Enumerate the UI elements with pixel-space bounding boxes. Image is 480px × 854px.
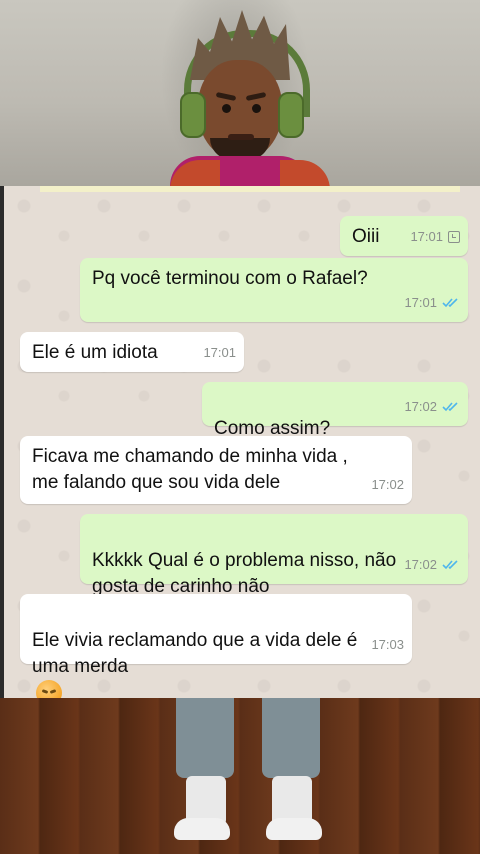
angry-face-icon bbox=[36, 680, 62, 698]
message-bubble-outgoing[interactable]: Pq você terminou com o Rafael? 17:01 bbox=[80, 258, 468, 322]
avatar-leg-left bbox=[176, 698, 234, 778]
message-bubble-outgoing[interactable]: Kkkkk Qual é o problema nisso, não gosta… bbox=[80, 514, 468, 626]
message-bubble-incoming[interactable]: Ele é um idiota 17:01 bbox=[20, 332, 244, 372]
message-time: 17:01 bbox=[404, 295, 437, 310]
message-text: Ele vivia reclamando que a vida dele é u… bbox=[32, 602, 357, 698]
avatar-shoe-right bbox=[266, 818, 322, 840]
message-meta: 17:01 bbox=[203, 340, 236, 366]
avatar-eye-left bbox=[222, 104, 231, 113]
double-check-read-icon bbox=[442, 298, 458, 308]
message-text: Pq você terminou com o Rafael? bbox=[92, 268, 368, 289]
avatar-scene-top bbox=[0, 0, 480, 186]
message-meta: 17:01 bbox=[404, 290, 460, 316]
message-time: 17:03 bbox=[371, 637, 404, 652]
message-bubble-incoming[interactable]: Ele vivia reclamando que a vida dele é u… bbox=[20, 594, 412, 698]
avatar-eye-right bbox=[252, 104, 261, 113]
message-time: 17:02 bbox=[371, 477, 404, 492]
message-bubble-outgoing[interactable]: Oiii 17:01 bbox=[340, 216, 468, 256]
message-meta: 17:02 bbox=[404, 552, 460, 578]
message-text: Ele é um idiota bbox=[32, 342, 158, 363]
headphone-earcup-right bbox=[278, 92, 304, 138]
message-bubble-incoming[interactable]: Ficava me chamando de minha vida , me fa… bbox=[20, 436, 412, 504]
avatar-character bbox=[150, 0, 330, 186]
avatar-mouth bbox=[228, 134, 254, 140]
message-time: 17:01 bbox=[410, 229, 443, 244]
message-meta: 17:01 bbox=[410, 224, 460, 250]
message-meta: 17:02 bbox=[371, 472, 404, 498]
message-bubble-outgoing[interactable]: Como assim? 17:02 bbox=[202, 382, 468, 468]
message-meta: 17:02 bbox=[404, 394, 460, 420]
avatar-jacket-right bbox=[280, 160, 330, 186]
message-text: Oiii bbox=[352, 226, 380, 247]
message-text-content: Ele vivia reclamando que a vida dele é u… bbox=[32, 630, 358, 677]
avatar-scene-bottom bbox=[0, 698, 480, 854]
double-check-read-icon bbox=[442, 402, 458, 412]
message-time: 17:02 bbox=[404, 557, 437, 572]
message-time: 17:02 bbox=[404, 399, 437, 414]
chat-conversation[interactable]: Oiii 17:01 Pq você terminou com o Rafael… bbox=[4, 186, 480, 698]
double-check-read-icon bbox=[442, 560, 458, 570]
pending-clock-icon bbox=[448, 231, 460, 243]
avatar-jacket-left bbox=[170, 160, 220, 186]
video-frame: Oiii 17:01 Pq você terminou com o Rafael… bbox=[0, 0, 480, 854]
headphone-earcup-left bbox=[180, 92, 206, 138]
message-meta: 17:03 bbox=[371, 632, 404, 658]
message-time: 17:01 bbox=[203, 345, 236, 360]
avatar-shoe-left bbox=[174, 818, 230, 840]
message-text: Ficava me chamando de minha vida , me fa… bbox=[32, 446, 348, 493]
avatar-leg-right bbox=[262, 698, 320, 778]
message-text-content: Kkkkk Qual é o problema nisso, não gosta… bbox=[92, 550, 397, 597]
previous-message-edge bbox=[40, 186, 460, 192]
